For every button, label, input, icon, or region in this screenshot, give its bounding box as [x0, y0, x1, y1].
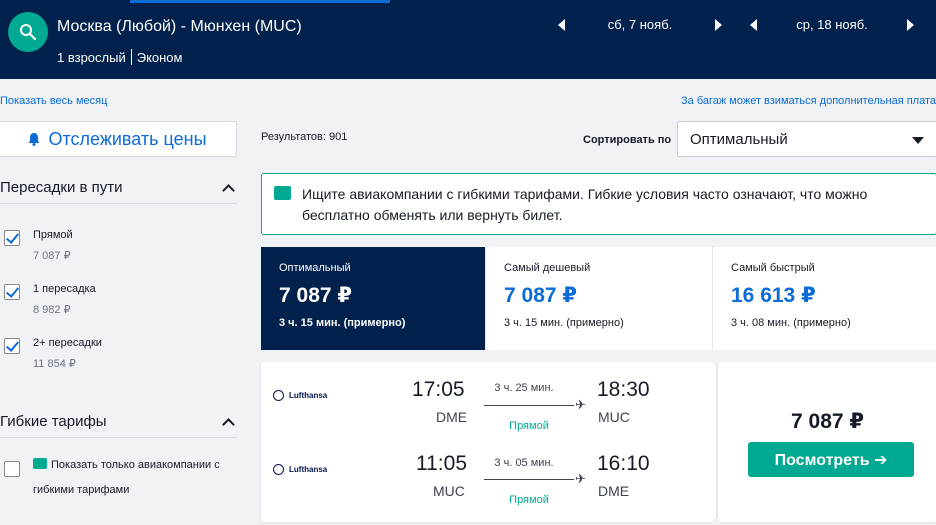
tab-duration: 3 ч. 15 мин. (примерно): [279, 317, 406, 329]
arrival-time: 16:10: [597, 452, 650, 475]
lufthansa-logo-icon: [273, 464, 284, 475]
airplane-icon: ✈: [575, 397, 586, 412]
tab-optimal[interactable]: Оптимальный 7 087 ₽ 3 ч. 15 мин. (пример…: [261, 247, 486, 350]
route-line: [484, 405, 574, 406]
passengers-count: 1 взрослый: [57, 49, 126, 65]
passenger-summary[interactable]: 1 взрослый Эконом: [57, 49, 182, 65]
option-label: 2+ пересадки: [33, 337, 102, 349]
stops-filter-title: Пересадки в пути: [0, 179, 123, 196]
track-prices-label: Отслеживать цены: [48, 128, 207, 149]
arrival-time: 18:30: [597, 378, 650, 401]
flex-option-label: Показать только авиакомпании с гибкими т…: [33, 459, 220, 496]
return-date-picker[interactable]: ср, 18 нояб.: [750, 17, 914, 32]
airline-name: Lufthansa: [289, 391, 328, 400]
flight-duration: 3 ч. 05 мин.: [494, 457, 554, 469]
airline-name: Lufthansa: [289, 465, 328, 474]
tab-title: Самый дешевый: [504, 262, 591, 274]
divider: [0, 203, 237, 204]
show-month-link[interactable]: Показать весь месяц: [0, 95, 107, 107]
chevron-up-icon[interactable]: [222, 183, 235, 197]
prev-date-arrow-icon[interactable]: [750, 18, 757, 31]
route-title[interactable]: Москва (Любой) - Мюнхен (MUC): [57, 18, 302, 36]
price-panel: 7 087 ₽ Посмотреть ➔: [718, 362, 936, 522]
direct-checkbox[interactable]: [4, 230, 20, 246]
option-price: 8 982 ₽: [33, 304, 71, 316]
tab-price: 7 087 ₽: [279, 284, 352, 307]
departure-time: 17:05: [412, 378, 465, 401]
sort-select[interactable]: Оптимальный: [677, 121, 936, 157]
baggage-fee-link[interactable]: За багаж может взиматься дополнительная …: [681, 95, 936, 107]
flex-filter-title: Гибкие тарифы: [0, 413, 107, 430]
option-price: 11 854 ₽: [33, 358, 76, 370]
bell-icon: [28, 133, 40, 146]
tab-title: Оптимальный: [279, 262, 351, 274]
offer-price: 7 087 ₽: [791, 410, 864, 433]
flexible-ticket-icon: [33, 458, 47, 469]
airplane-icon: ✈: [575, 471, 586, 486]
flex-option[interactable]: Показать только авиакомпании с гибкими т…: [4, 458, 233, 503]
option-price: 7 087 ₽: [33, 250, 71, 262]
prev-date-arrow-icon[interactable]: [558, 18, 565, 31]
tab-fastest[interactable]: Самый быстрый 16 613 ₽ 3 ч. 08 мин. (при…: [713, 247, 936, 350]
route-line: [484, 479, 574, 480]
option-label: 1 пересадка: [33, 283, 96, 295]
stops-count: Прямой: [509, 420, 549, 432]
flight-duration: 3 ч. 25 мин.: [494, 382, 554, 394]
divider: [0, 437, 237, 438]
option-label: Прямой: [33, 229, 73, 241]
arrival-airport: MUC: [598, 409, 630, 425]
airline: Lufthansa: [273, 464, 327, 475]
next-date-arrow-icon[interactable]: [715, 18, 722, 31]
flex-filter-header[interactable]: Гибкие тарифы: [0, 413, 237, 431]
lufthansa-logo-icon: [273, 390, 284, 401]
airline: Lufthansa: [273, 390, 327, 401]
sort-label: Сортировать по: [583, 134, 672, 146]
search-button[interactable]: [8, 12, 48, 52]
arrival-airport: DME: [598, 483, 630, 499]
stops-option-two-plus[interactable]: 2+ пересадки 11 854 ₽: [4, 337, 102, 371]
flexible-ticket-icon: [274, 186, 291, 200]
flight-result-card[interactable]: Lufthansa 17:05 DME 3 ч. 25 мин. ✈ Прямо…: [261, 362, 716, 522]
search-icon: [20, 24, 37, 41]
stops-count: Прямой: [509, 494, 549, 506]
stops-filter-header[interactable]: Пересадки в пути: [0, 179, 237, 197]
sort-tabs: Оптимальный 7 087 ₽ 3 ч. 15 мин. (пример…: [261, 247, 936, 350]
chevron-up-icon[interactable]: [222, 417, 235, 431]
depart-date[interactable]: сб, 7 нояб.: [565, 17, 715, 32]
two-plus-checkbox[interactable]: [4, 338, 20, 354]
header-accent-line: [130, 0, 390, 3]
results-count: Результатов: 901: [261, 131, 348, 143]
stops-option-one[interactable]: 1 пересадка 8 982 ₽: [4, 283, 96, 317]
tab-price: 16 613 ₽: [731, 284, 816, 307]
flex-checkbox[interactable]: [4, 461, 20, 477]
tab-price: 7 087 ₽: [504, 284, 577, 307]
tab-cheapest[interactable]: Самый дешевый 7 087 ₽ 3 ч. 15 мин. (прим…: [486, 247, 713, 350]
return-date[interactable]: ср, 18 нояб.: [757, 17, 907, 32]
departure-time: 11:05: [416, 452, 467, 475]
divider: [130, 49, 132, 65]
departure-airport: MUC: [433, 483, 465, 499]
search-header: Москва (Любой) - Мюнхен (MUC) 1 взрослый…: [0, 0, 936, 79]
departure-airport: DME: [436, 409, 468, 425]
cabin-class: Эконом: [136, 49, 183, 65]
tab-duration: 3 ч. 15 мин. (примерно): [504, 317, 624, 329]
track-prices-button[interactable]: Отслеживать цены: [0, 121, 237, 157]
next-date-arrow-icon[interactable]: [907, 18, 914, 31]
stops-option-direct[interactable]: Прямой 7 087 ₽: [4, 229, 73, 263]
banner-text: Ищите авиакомпании с гибкими тарифами. Г…: [302, 186, 868, 223]
tab-title: Самый быстрый: [731, 262, 815, 274]
tab-duration: 3 ч. 08 мин. (примерно): [731, 317, 851, 329]
sort-value: Оптимальный: [690, 130, 788, 148]
view-offer-button[interactable]: Посмотреть ➔: [748, 442, 914, 477]
flexible-fares-banner: Ищите авиакомпании с гибкими тарифами. Г…: [261, 173, 936, 235]
one-stop-checkbox[interactable]: [4, 284, 20, 300]
caret-down-icon: [912, 137, 924, 144]
depart-date-picker[interactable]: сб, 7 нояб.: [558, 17, 722, 32]
